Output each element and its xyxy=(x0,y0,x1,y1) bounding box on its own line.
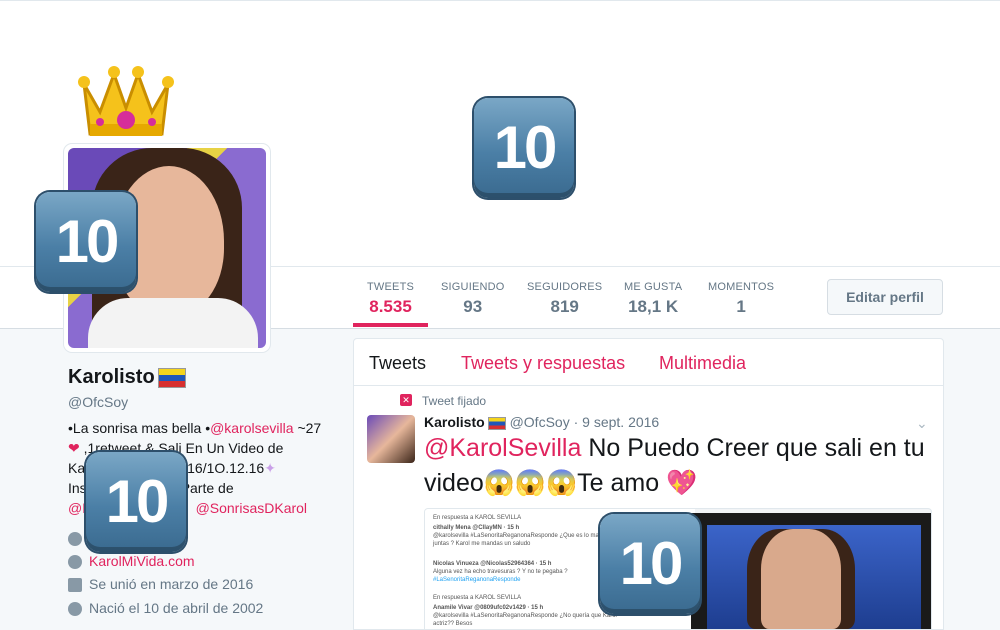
sparkles-icon: ✦ xyxy=(264,460,276,476)
stat-likes[interactable]: ME GUSTA 18,1 K xyxy=(624,281,682,317)
stat-label: MOMENTOS xyxy=(708,281,775,293)
tweet-author[interactable]: Karolisto xyxy=(424,414,485,430)
tab-media[interactable]: Multimedia xyxy=(659,353,746,374)
stat-value: 18,1 K xyxy=(628,297,679,316)
screaming-face-icon: 😱😱😱 xyxy=(483,469,578,497)
edit-profile-button[interactable]: Editar perfil xyxy=(827,279,943,315)
pinned-label: Tweet fijado xyxy=(422,394,487,408)
keycap-ten-icon: 10 xyxy=(474,98,574,198)
keycap-ten-icon: 10 xyxy=(600,514,700,614)
bio-text: Ka xyxy=(68,460,86,476)
joined-text: Se unió en marzo de 2016 xyxy=(89,576,254,592)
tweet-mention[interactable]: @KarolSevilla xyxy=(424,434,581,462)
profile-name: Karolisto xyxy=(68,366,186,389)
stat-label: TWEETS xyxy=(367,281,415,293)
tab-tweets[interactable]: Tweets xyxy=(369,353,426,374)
media-text: @karolsevilla #LaSenoritaReganonaRespond… xyxy=(433,533,612,539)
stat-tweets[interactable]: TWEETS 8.535 xyxy=(352,281,429,327)
birthday-text: Nació el 10 de abril de 2002 xyxy=(89,600,264,616)
tweet-text: @KarolSevilla No Puedo Creer que sali en… xyxy=(424,431,934,501)
media-text: Nicolas Vinueza @Nicolas52964364 · 15 h xyxy=(433,561,552,567)
bio-text: Parte de xyxy=(180,480,234,496)
location-icon xyxy=(68,532,82,547)
stat-followers[interactable]: SEGUIDORES 819 xyxy=(527,281,602,317)
birthday-row: Nació el 10 de abril de 2002 xyxy=(68,600,264,617)
media-text: actriz?? Besos xyxy=(433,621,473,627)
bio-text: •La sonrisa mas bella • xyxy=(68,420,211,436)
media-video-frame xyxy=(691,513,931,629)
bio-text: 16/1O.12.16 xyxy=(187,460,265,476)
tab-tweets-replies[interactable]: Tweets y respuestas xyxy=(461,353,625,374)
sparkling-heart-icon: 💖 xyxy=(666,469,698,497)
profile-handle[interactable]: @OfcSoy xyxy=(68,394,128,410)
media-text: @karolsevilla #LaSenoritaReganonaRespond… xyxy=(433,613,617,619)
media-text: #LaSenoritaReganonaResponde xyxy=(433,577,521,583)
keycap-ten-icon: 10 xyxy=(36,192,136,292)
stat-label: SEGUIDORES xyxy=(527,281,603,293)
balloon-icon xyxy=(68,602,82,617)
website-link[interactable]: KarolMiVida.com xyxy=(89,553,195,569)
heart-icon: ❤ xyxy=(68,440,80,456)
bio-text: Ins xyxy=(68,480,87,496)
venezuela-flag-icon xyxy=(157,367,186,388)
tweet-handle[interactable]: @OfcSoy xyxy=(510,414,570,430)
stat-label: ME GUSTA xyxy=(624,281,683,293)
media-text: cithally Mena @CllayMN · 15 h xyxy=(433,525,520,531)
stat-value: 1 xyxy=(736,297,746,316)
crown-emoji xyxy=(78,66,174,136)
media-text: En respuesta a KAROL SEVILLA xyxy=(433,595,522,601)
joined-row: Se unió en marzo de 2016 xyxy=(68,576,254,593)
tweet-body-end: Te amo xyxy=(577,469,660,497)
website-row: KarolMiVida.com xyxy=(68,553,195,570)
media-text: juntas ? Karol me mandas un saludo xyxy=(433,541,531,547)
stat-value: 93 xyxy=(463,297,483,316)
media-text: Alguna vez ha echo travesuras ? Y no te … xyxy=(433,569,568,575)
stat-value: 8.535 xyxy=(369,297,412,316)
venezuela-flag-icon xyxy=(487,416,506,430)
media-text: Anamile Vivar @0809ufc02v1429 · 15 h xyxy=(433,605,544,611)
tweet-header: Karolisto @OfcSoy · 9 sept. 2016 xyxy=(424,414,659,430)
stat-value: 819 xyxy=(550,297,579,316)
tweet-avatar[interactable] xyxy=(367,415,415,463)
bio-text: ~27 xyxy=(293,420,322,436)
stat-following[interactable]: SIGUIENDO 93 xyxy=(441,281,505,317)
bio-mention[interactable]: @karolsevilla xyxy=(210,420,293,436)
timeline-tabs: Tweets Tweets y respuestas Multimedia xyxy=(354,339,943,386)
calendar-icon xyxy=(68,578,82,593)
pin-icon: ✕ xyxy=(400,394,412,406)
bio-mention[interactable]: @SonrisasDKarol xyxy=(196,500,307,516)
stat-label: SIGUIENDO xyxy=(441,281,505,293)
media-text: En respuesta a KAROL SEVILLA xyxy=(433,515,522,521)
chevron-down-icon[interactable]: ⌄ xyxy=(916,415,928,432)
keycap-ten-icon: 10 xyxy=(86,452,186,552)
profile-name-text: Karolisto xyxy=(68,366,155,388)
tweet-date[interactable]: · 9 sept. 2016 xyxy=(574,414,660,430)
stat-moments[interactable]: MOMENTOS 1 xyxy=(708,281,774,317)
link-icon xyxy=(68,555,82,570)
